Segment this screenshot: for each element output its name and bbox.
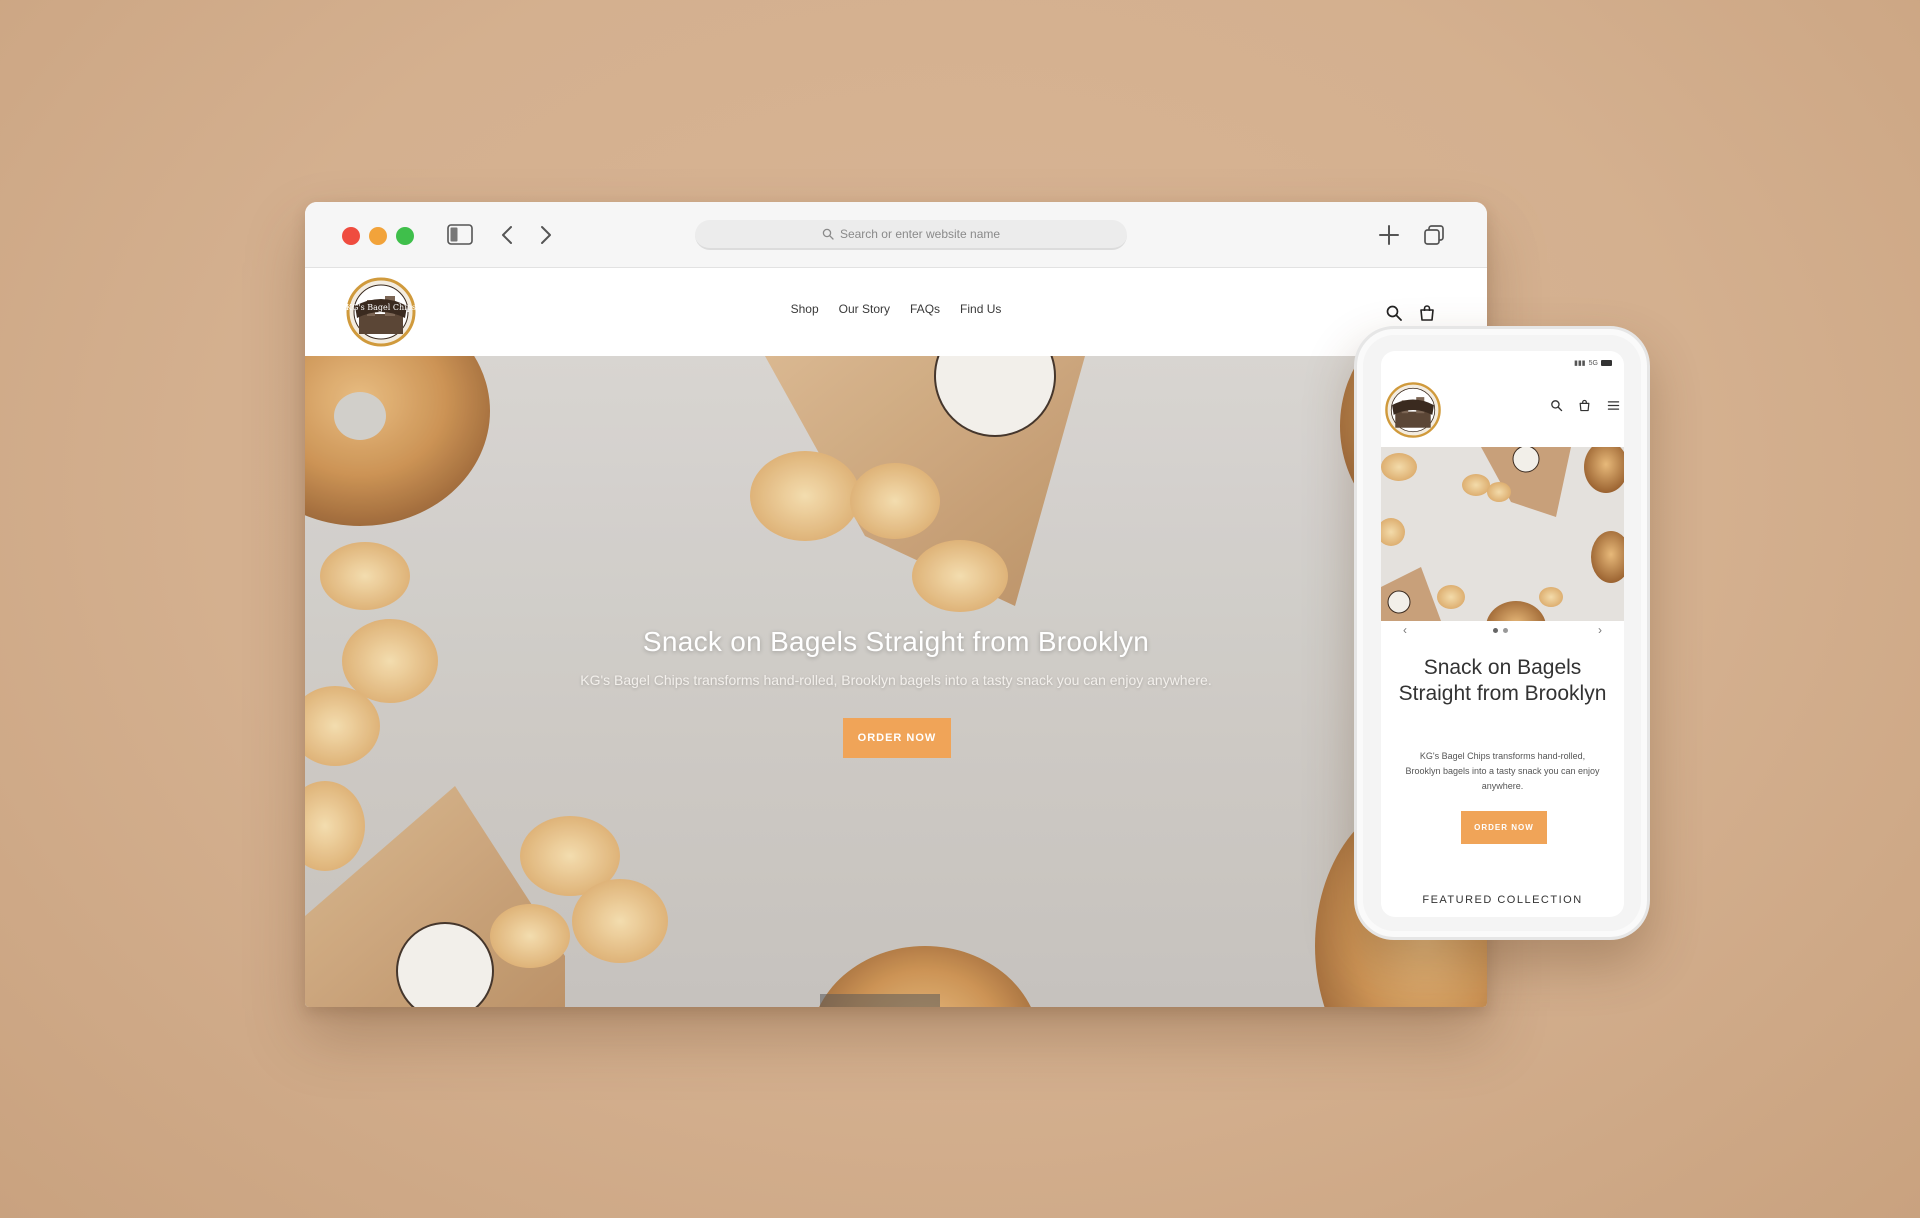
mobile-order-now-button[interactable]: ORDER NOW: [1461, 811, 1547, 844]
zoom-window-button[interactable]: [396, 227, 414, 245]
mobile-bagels-image: [1381, 447, 1624, 621]
address-bar[interactable]: Search or enter website name: [695, 220, 1127, 250]
mobile-hero-image: [1381, 447, 1624, 621]
desktop-browser-window: Search or enter website name KG's Bagel …: [305, 202, 1487, 1007]
slide-dots[interactable]: [1493, 628, 1508, 633]
shopping-bag-icon[interactable]: [1418, 304, 1436, 322]
forward-arrow-icon[interactable]: [535, 224, 555, 246]
previous-slide-icon[interactable]: ‹: [1403, 623, 1407, 637]
minimize-window-button[interactable]: [369, 227, 387, 245]
slideshow-controls[interactable]: [820, 994, 940, 1007]
status-bar: ▮▮▮ 5G: [1574, 359, 1612, 367]
sidebar-icon[interactable]: [447, 224, 473, 245]
hero-title: Snack on Bagels Straight from Brooklyn: [642, 626, 1150, 657]
mobile-device: ▮▮▮ 5G ‹ › Snack on Bagels Straight from…: [1354, 326, 1650, 940]
search-icon[interactable]: [1550, 399, 1563, 412]
mobile-screen: ▮▮▮ 5G ‹ › Snack on Bagels Straight from…: [1381, 351, 1624, 917]
shopping-bag-icon[interactable]: [1578, 399, 1591, 412]
tabs-overview-icon[interactable]: [1422, 223, 1446, 247]
nav-faqs[interactable]: FAQs: [910, 302, 940, 316]
mobile-slideshow-controls: ‹ ›: [1381, 621, 1624, 639]
search-icon[interactable]: [1385, 304, 1403, 322]
new-tab-plus-icon[interactable]: [1377, 223, 1401, 247]
kgs-bagel-chips-logo[interactable]: [1384, 381, 1442, 439]
site-nav: Shop Our Story FAQs Find Us: [305, 302, 1487, 316]
hero-subtitle: KG's Bagel Chips transforms hand-rolled,…: [580, 672, 1212, 688]
nav-our-story[interactable]: Our Story: [839, 302, 890, 316]
address-bar-placeholder: Search or enter website name: [839, 227, 1001, 241]
signal-icon: ▮▮▮: [1574, 360, 1586, 367]
nav-find-us[interactable]: Find Us: [960, 302, 1001, 316]
battery-icon: [1601, 360, 1612, 366]
next-slide-icon[interactable]: ›: [1598, 623, 1602, 637]
hamburger-menu-icon[interactable]: [1607, 399, 1620, 412]
close-window-button[interactable]: [342, 227, 360, 245]
network-label: 5G: [1588, 359, 1598, 367]
hero-banner: Snack on Bagels Straight from Brooklyn K…: [305, 356, 1487, 1007]
mobile-hero-title: Snack on Bagels Straight from Brooklyn: [1398, 656, 1607, 705]
back-arrow-icon[interactable]: [498, 224, 518, 246]
nav-shop[interactable]: Shop: [791, 302, 819, 316]
featured-collection-heading: FEATURED COLLECTION: [1422, 894, 1583, 906]
mobile-hero-subtitle: KG's Bagel Chips transforms hand-rolled,…: [1405, 751, 1600, 791]
search-icon: [822, 228, 834, 240]
order-now-button[interactable]: ORDER NOW: [843, 718, 951, 758]
browser-toolbar: Search or enter website name: [305, 202, 1487, 268]
site-header: KG's Bagel Chips Shop Our Story FAQs Fin…: [305, 268, 1487, 356]
